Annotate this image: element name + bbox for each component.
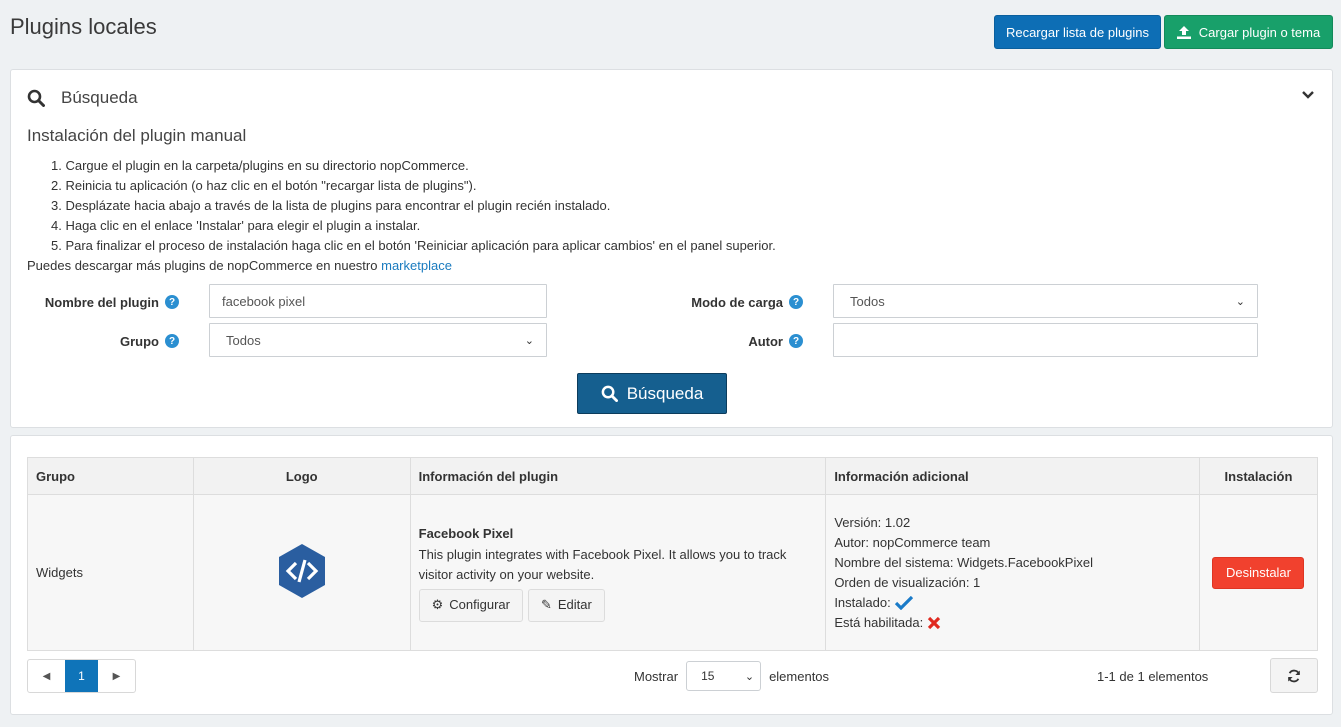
instruction-step: 3. Desplázate hacia abajo a través de la… xyxy=(51,198,611,213)
instruction-step: 5. Para finalizar el proceso de instalac… xyxy=(51,238,776,253)
page-size-select[interactable]: 15 ⌄ xyxy=(686,661,762,691)
search-panel: Búsqueda Instalación del plugin manual 1… xyxy=(10,69,1333,428)
pager-page-current[interactable]: 1 xyxy=(65,660,98,692)
load-mode-select-value: Todos xyxy=(850,293,885,309)
load-mode-label: Modo de carga ? xyxy=(571,293,803,311)
column-header-plugin-info[interactable]: Información del plugin xyxy=(409,457,827,495)
group-select-value: Todos xyxy=(226,332,261,348)
elements-label: elementos xyxy=(769,668,830,684)
version-text: Versión: 1.02 xyxy=(834,514,911,530)
column-header-installation[interactable]: Instalación xyxy=(1198,457,1319,495)
cell-additional-info: Versión: 1.02 Autor: nopCommerce team No… xyxy=(825,494,1200,651)
search-button[interactable]: Búsqueda xyxy=(577,373,727,414)
display-order-text: Orden de visualización: 1 xyxy=(834,574,981,590)
page-size-value: 15 xyxy=(701,669,715,683)
search-panel-title: Búsqueda xyxy=(61,88,138,107)
group-label: Grupo ? xyxy=(11,332,179,350)
page-title: Plugins locales xyxy=(10,14,157,39)
enabled-row: Está habilitada: xyxy=(834,613,1191,633)
uninstall-button[interactable]: Desinstalar xyxy=(1212,556,1305,589)
help-icon[interactable]: ? xyxy=(165,295,179,309)
pager-prev-icon[interactable]: ◀ xyxy=(28,660,65,692)
load-mode-select[interactable]: Todos ⌄ xyxy=(833,284,1258,318)
marketplace-text: Puedes descargar más plugins de nopComme… xyxy=(27,258,378,273)
configure-label: Configurar xyxy=(449,597,510,612)
marketplace-note: Puedes descargar más plugins de nopComme… xyxy=(27,256,452,276)
reload-plugins-button[interactable]: Recargar lista de plugins xyxy=(994,15,1161,49)
show-label: Mostrar xyxy=(634,668,679,684)
help-icon[interactable]: ? xyxy=(165,334,179,348)
configure-button[interactable]: ⚙ Configurar xyxy=(418,588,523,622)
author-label: Autor ? xyxy=(571,332,803,350)
search-icon xyxy=(27,89,45,107)
cross-icon xyxy=(928,616,941,629)
group-select[interactable]: Todos ⌄ xyxy=(209,323,547,357)
plugin-name-label-text: Nombre del plugin xyxy=(44,294,159,310)
upload-plugin-button[interactable]: Cargar plugin o tema xyxy=(1164,15,1333,49)
cell-plugin-info: Facebook Pixel This plugin integrates wi… xyxy=(409,494,827,651)
table-header-row: Grupo Logo Información del plugin Inform… xyxy=(27,457,1319,495)
edit-label: Editar xyxy=(557,597,592,612)
installed-row: Instalado: xyxy=(834,593,1191,613)
plugin-name: Facebook Pixel xyxy=(418,525,514,541)
refresh-button[interactable] xyxy=(1270,658,1318,693)
items-count: 1-1 de 1 elementos xyxy=(1097,669,1209,684)
load-mode-label-text: Modo de carga xyxy=(691,294,783,310)
marketplace-link[interactable]: marketplace xyxy=(381,258,452,273)
search-panel-header[interactable]: Búsqueda xyxy=(27,88,138,108)
instruction-step: 1. Cargue el plugin en la carpeta/plugin… xyxy=(51,158,469,173)
column-header-group[interactable]: Grupo xyxy=(27,457,194,495)
plugin-description: This plugin integrates with Facebook Pix… xyxy=(418,546,787,582)
check-icon xyxy=(894,595,913,610)
edit-button[interactable]: ✎ Editar xyxy=(527,588,605,622)
plugins-grid-panel: Grupo Logo Información del plugin Inform… xyxy=(10,435,1333,715)
cell-logo xyxy=(192,494,411,651)
instruction-step: 4. Haga clic en el enlace 'Instalar' par… xyxy=(51,218,421,233)
cell-installation: Desinstalar xyxy=(1198,494,1319,651)
gear-icon: ⚙ xyxy=(431,597,444,612)
upload-plugin-label: Cargar plugin o tema xyxy=(1198,24,1321,40)
plugin-name-input[interactable]: facebook pixel xyxy=(209,284,547,318)
plugin-name-label: Nombre del plugin ? xyxy=(11,293,179,311)
page-size-control: Mostrar 15 ⌄ elementos xyxy=(634,661,829,691)
plugins-table: Grupo Logo Información del plugin Inform… xyxy=(27,457,1319,651)
help-icon[interactable]: ? xyxy=(789,334,803,348)
system-name-text: Nombre del sistema: Widgets.FacebookPixe… xyxy=(834,554,1093,570)
pagination: ◀ 1 ▶ xyxy=(27,659,136,693)
author-input[interactable] xyxy=(833,323,1258,357)
pencil-icon: ✎ xyxy=(540,597,552,612)
search-icon xyxy=(601,385,618,402)
chevron-down-icon: ⌄ xyxy=(524,334,534,347)
enabled-label: Está habilitada: xyxy=(834,614,924,630)
code-logo-icon xyxy=(278,544,325,598)
column-header-additional-info[interactable]: Información adicional xyxy=(825,457,1200,495)
chevron-down-icon[interactable] xyxy=(1302,90,1314,99)
column-header-logo[interactable]: Logo xyxy=(192,457,411,495)
cell-group: Widgets xyxy=(27,494,194,651)
pager-next-icon[interactable]: ▶ xyxy=(98,660,135,692)
chevron-down-icon: ⌄ xyxy=(1235,295,1245,308)
chevron-down-icon: ⌄ xyxy=(744,670,755,683)
search-button-label: Búsqueda xyxy=(626,383,704,403)
instructions-title: Instalación del plugin manual xyxy=(27,126,247,145)
instructions-list: 1. Cargue el plugin en la carpeta/plugin… xyxy=(51,156,776,256)
refresh-icon xyxy=(1288,669,1300,682)
instruction-step: 2. Reinicia tu aplicación (o haz clic en… xyxy=(51,178,477,193)
group-label-text: Grupo xyxy=(120,333,159,349)
installed-label: Instalado: xyxy=(834,594,891,610)
author-label-text: Autor xyxy=(748,333,783,349)
help-icon[interactable]: ? xyxy=(789,295,803,309)
upload-icon xyxy=(1176,25,1191,39)
table-row: Widgets Facebook Pixel This plugin integ… xyxy=(27,494,1319,651)
author-text: Autor: nopCommerce team xyxy=(834,534,991,550)
